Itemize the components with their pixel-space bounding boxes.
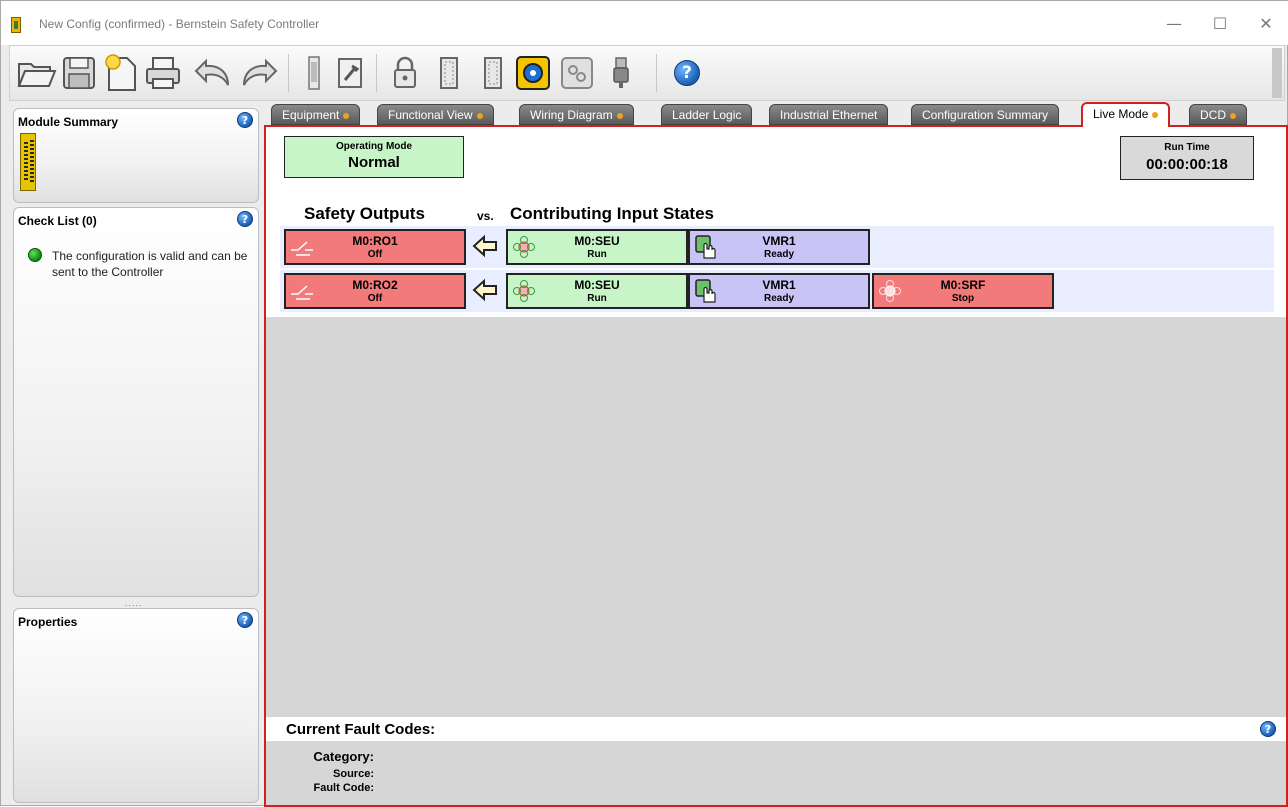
arrow-left-icon xyxy=(472,234,497,258)
operating-mode-value: Normal xyxy=(348,154,400,171)
operating-mode-label: Operating Mode xyxy=(335,141,413,152)
relay-switch-icon xyxy=(291,241,313,256)
window-title: New Config (confirmed) - Bernstein Safet… xyxy=(39,17,320,31)
output-cell[interactable]: M0:RO2 Off xyxy=(284,273,466,309)
check-list-title: Check List (0) xyxy=(18,214,97,228)
toolbar-separator xyxy=(656,54,657,92)
warning-icon xyxy=(343,112,350,119)
live-mode-icon[interactable] xyxy=(512,52,554,94)
fault-source-label: Source: xyxy=(333,768,374,780)
warning-icon xyxy=(476,112,483,119)
print-icon[interactable] xyxy=(142,52,184,94)
module-icon[interactable] xyxy=(302,52,326,94)
properties-title: Properties xyxy=(18,615,78,629)
tab-label: Functional View xyxy=(388,108,473,122)
check-list-panel: Check List (0) ? The configuration is va… xyxy=(13,207,259,597)
help-button[interactable]: ? xyxy=(666,52,708,94)
manual-reset-icon xyxy=(695,279,716,303)
app-icon xyxy=(11,17,21,33)
input-cell[interactable]: M0:SEU Run xyxy=(506,229,688,265)
output-cell[interactable]: M0:RO1 Off xyxy=(284,229,466,265)
emergency-stop-icon xyxy=(513,280,535,302)
run-time-label: Run Time xyxy=(1164,142,1210,153)
title-bar: New Config (confirmed) - Bernstein Safet… xyxy=(1,1,1288,45)
help-icon[interactable]: ? xyxy=(237,112,253,128)
toolbar-scrollbar[interactable] xyxy=(1272,48,1282,98)
emergency-stop-icon xyxy=(879,280,901,302)
fault-codes-title: Current Fault Codes: xyxy=(286,721,436,738)
tab-dcd[interactable]: DCD xyxy=(1189,104,1247,125)
run-time-value: 00:00:00:18 xyxy=(1146,156,1228,173)
open-folder-icon[interactable] xyxy=(16,52,58,94)
tab-equipment[interactable]: Equipment xyxy=(271,104,361,125)
help-icon[interactable]: ? xyxy=(237,211,253,227)
close-button[interactable]: ✕ xyxy=(1243,10,1288,38)
undo-icon[interactable] xyxy=(192,52,234,94)
input-cell[interactable]: M0:SEU Run xyxy=(506,273,688,309)
config-tool-icon[interactable] xyxy=(330,52,372,94)
tab-label: DCD xyxy=(1200,108,1226,122)
contributing-inputs-heading: Contributing Input States xyxy=(510,204,714,223)
relay-switch-icon xyxy=(291,285,313,300)
tab-label: Live Mode xyxy=(1093,107,1149,121)
vs-label: vs. xyxy=(477,209,494,223)
tab-label: Configuration Summary xyxy=(922,108,1049,122)
toolbar: ? xyxy=(9,45,1285,101)
toolbar-separator xyxy=(376,54,377,92)
operating-mode-box: Operating Mode Normal xyxy=(284,136,464,178)
controller-module-icon[interactable] xyxy=(20,133,36,191)
lock-icon[interactable] xyxy=(384,52,426,94)
minimize-button[interactable]: — xyxy=(1151,10,1197,38)
input-cell[interactable]: VMR1 Ready xyxy=(688,273,870,309)
warning-icon xyxy=(1230,112,1236,119)
fault-category-label: Category: xyxy=(313,749,374,764)
module-summary-panel: Module Summary ? xyxy=(13,108,259,203)
fault-codes-header: Current Fault Codes: ? xyxy=(266,717,1286,741)
warning-icon xyxy=(1152,111,1159,118)
check-list-message: The configuration is valid and can be se… xyxy=(52,249,248,279)
new-document-icon[interactable] xyxy=(100,52,142,94)
tab-functional-view[interactable]: Functional View xyxy=(377,104,494,125)
tab-label: Equipment xyxy=(282,108,340,122)
output-row: M0:RO2 Off M0:SEU Run VMR1 Ready M0:SRF xyxy=(280,270,1274,312)
safety-outputs-heading: Safety Outputs xyxy=(304,204,425,223)
save-icon[interactable] xyxy=(58,52,100,94)
tab-label: Industrial Ethernet xyxy=(780,108,878,122)
module-summary-title: Module Summary xyxy=(18,115,119,129)
help-icon[interactable]: ? xyxy=(237,612,253,628)
manual-reset-icon xyxy=(695,235,716,259)
arrow-left-icon xyxy=(472,278,497,302)
input-cell[interactable]: VMR1 Ready xyxy=(688,229,870,265)
controller-download-icon[interactable] xyxy=(472,52,514,94)
warning-icon xyxy=(616,112,623,119)
tab-label: Wiring Diagram xyxy=(530,108,613,122)
live-mode-view: Operating Mode Normal Run Time 00:00:00:… xyxy=(264,125,1288,807)
run-time-box: Run Time 00:00:00:18 xyxy=(1120,136,1254,180)
controller-icon[interactable] xyxy=(428,52,470,94)
output-row: M0:RO1 Off M0:SEU Run VMR1 Ready xyxy=(280,226,1274,268)
redo-icon[interactable] xyxy=(238,52,280,94)
maximize-button[interactable]: ☐ xyxy=(1197,10,1243,38)
tab-live-mode[interactable]: Live Mode xyxy=(1081,102,1171,127)
fault-code-label: Fault Code: xyxy=(313,782,375,794)
fault-codes-panel: Category: Source: Fault Code: xyxy=(266,741,1286,805)
tab-ladder-logic[interactable]: Ladder Logic xyxy=(661,104,753,125)
status-ok-icon xyxy=(28,248,42,262)
help-icon[interactable]: ? xyxy=(1260,721,1276,737)
tab-wiring-diagram[interactable]: Wiring Diagram xyxy=(519,104,634,125)
toolbar-separator xyxy=(288,54,289,92)
input-cell[interactable]: M0:SRF Stop xyxy=(872,273,1054,309)
live-mode-header-area: Operating Mode Normal Run Time 00:00:00:… xyxy=(266,127,1286,317)
panel-splitter[interactable]: ..... xyxy=(125,598,143,608)
help-icon: ? xyxy=(674,60,700,86)
tab-label: Ladder Logic xyxy=(672,108,742,122)
emergency-stop-icon xyxy=(513,236,535,258)
app-window: New Config (confirmed) - Bernstein Safet… xyxy=(0,0,1288,807)
usb-plug-icon[interactable] xyxy=(600,52,642,94)
tab-industrial-ethernet[interactable]: Industrial Ethernet xyxy=(769,104,889,125)
tab-configuration-summary[interactable]: Configuration Summary xyxy=(911,104,1060,125)
network-icon[interactable] xyxy=(556,52,598,94)
properties-panel: Properties ? xyxy=(13,608,259,803)
